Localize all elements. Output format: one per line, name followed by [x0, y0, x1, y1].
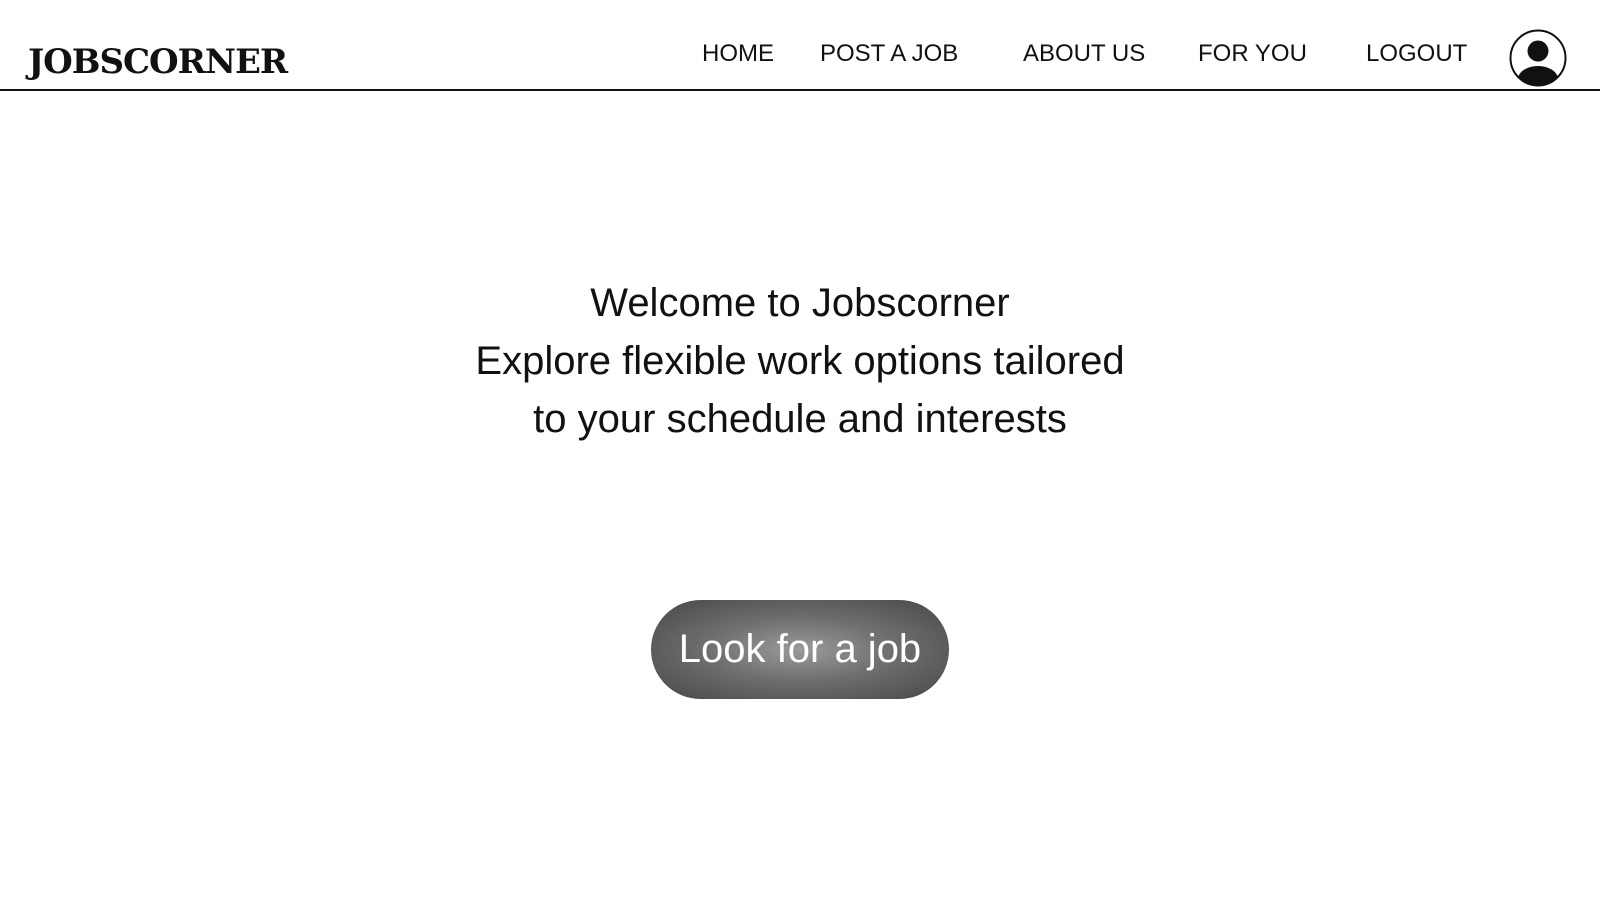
hero-tagline-line1: Explore flexible work options tailored [475, 339, 1125, 383]
hero-text: Welcome to Jobscorner Explore flexible w… [400, 274, 1200, 448]
user-avatar-icon[interactable] [1509, 29, 1567, 87]
nav-about-us-link[interactable]: ABOUT US [1023, 42, 1145, 66]
top-navbar: JOBSCORNER HOME POST A JOB ABOUT US FOR … [0, 0, 1600, 91]
site-logo[interactable]: JOBSCORNER [28, 45, 288, 79]
nav-for-you-link[interactable]: FOR YOU [1198, 42, 1307, 66]
user-circle-icon [1509, 29, 1567, 87]
look-for-job-button[interactable]: Look for a job [651, 600, 949, 699]
nav-post-job-link[interactable]: POST A JOB [820, 42, 958, 66]
nav-home-link[interactable]: HOME [702, 42, 774, 66]
nav-logout-link[interactable]: LOGOUT [1366, 42, 1467, 66]
hero-welcome-heading: Welcome to Jobscorner [590, 281, 1010, 325]
hero-tagline-line2: to your schedule and interests [533, 397, 1067, 441]
